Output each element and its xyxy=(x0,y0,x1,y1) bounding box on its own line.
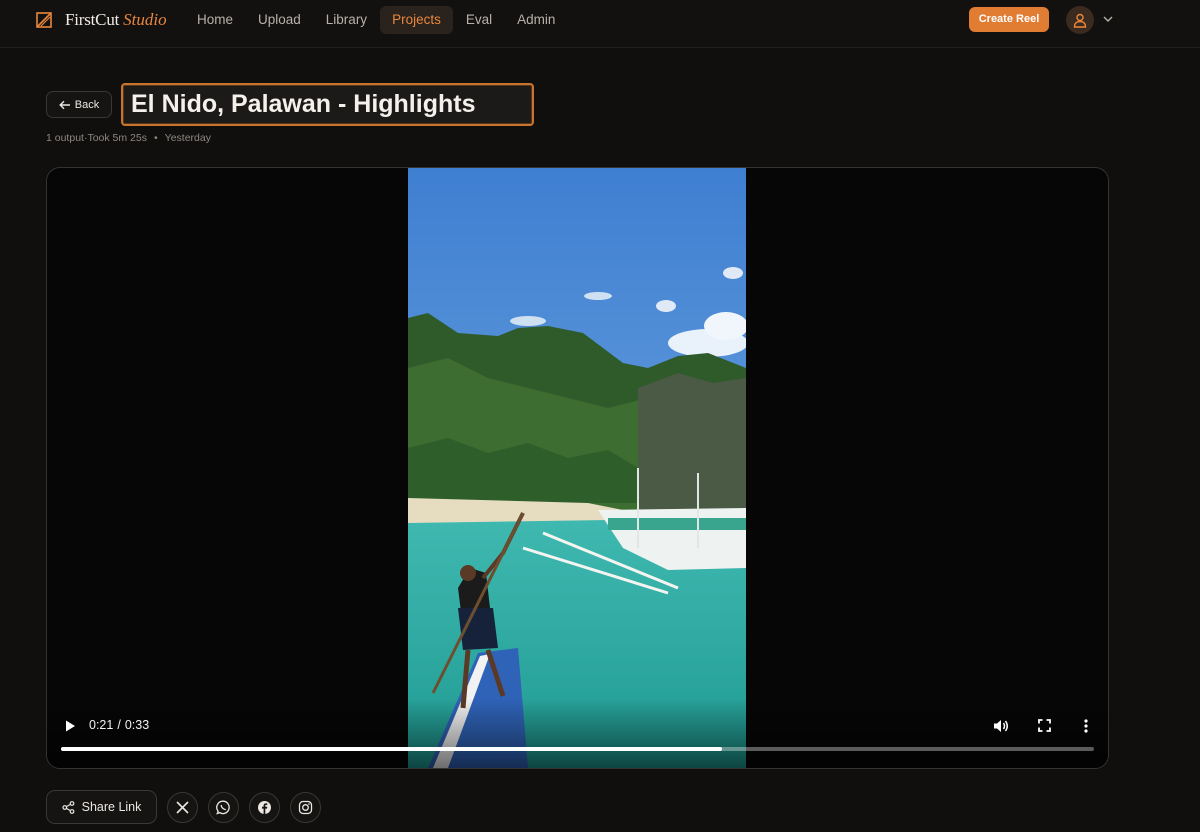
back-button[interactable]: Back xyxy=(46,91,112,118)
avatar[interactable] xyxy=(1066,6,1094,34)
instagram-icon xyxy=(298,800,313,815)
progress-fill xyxy=(61,747,723,751)
logo-icon xyxy=(36,12,52,28)
fullscreen-icon[interactable] xyxy=(1038,719,1051,732)
nav-library[interactable]: Library xyxy=(314,6,379,34)
facebook-icon xyxy=(258,801,271,814)
share-whatsapp-button[interactable] xyxy=(208,792,239,823)
nav-upload[interactable]: Upload xyxy=(246,6,313,34)
nav-admin[interactable]: Admin xyxy=(505,6,567,34)
project-title-input[interactable] xyxy=(121,83,534,126)
time-display: 0:21 / 0:33 xyxy=(89,718,150,732)
video-frame[interactable] xyxy=(408,168,746,768)
video-still-image xyxy=(408,168,746,768)
arrow-left-icon xyxy=(58,100,70,109)
create-reel-button[interactable]: Create Reel xyxy=(969,7,1049,32)
x-icon xyxy=(176,801,189,814)
progress-bar[interactable] xyxy=(61,747,1094,751)
back-label: Back xyxy=(74,98,100,111)
brand-accent: Studio xyxy=(123,10,167,29)
project-meta: 1 output · Took 5m 25s • Yesterday xyxy=(46,132,211,144)
created-date: Yesterday xyxy=(164,132,211,144)
whatsapp-icon xyxy=(216,800,230,815)
volume-icon[interactable] xyxy=(993,718,1009,734)
share-icon xyxy=(62,800,75,814)
controls-overlay xyxy=(47,698,1108,768)
current-time: 0:21 xyxy=(89,718,114,732)
main-nav: Home Upload Library Projects Eval Admin xyxy=(185,6,568,34)
share-instagram-button[interactable] xyxy=(290,792,321,823)
brand-name: FirstCut xyxy=(65,10,120,29)
total-time: 0:33 xyxy=(124,718,150,732)
share-facebook-button[interactable] xyxy=(249,792,280,823)
nav-home[interactable]: Home xyxy=(185,6,245,34)
top-navigation-bar: FirstCut Studio Home Upload Library Proj… xyxy=(0,0,1200,48)
share-link-label: Share Link xyxy=(81,800,142,814)
share-link-button[interactable]: Share Link xyxy=(46,790,157,824)
play-icon[interactable] xyxy=(63,719,77,733)
share-x-button[interactable] xyxy=(167,792,198,823)
more-options-icon[interactable] xyxy=(1082,718,1090,734)
app-logo[interactable]: FirstCut Studio xyxy=(36,10,167,30)
user-icon xyxy=(1073,13,1087,28)
output-count: 1 output xyxy=(46,132,84,144)
nav-projects[interactable]: Projects xyxy=(380,6,453,34)
video-player[interactable]: 0:21 / 0:33 xyxy=(46,167,1109,769)
chevron-down-icon[interactable] xyxy=(1102,14,1114,24)
processing-duration: Took 5m 25s xyxy=(87,132,147,144)
nav-eval[interactable]: Eval xyxy=(454,6,504,34)
